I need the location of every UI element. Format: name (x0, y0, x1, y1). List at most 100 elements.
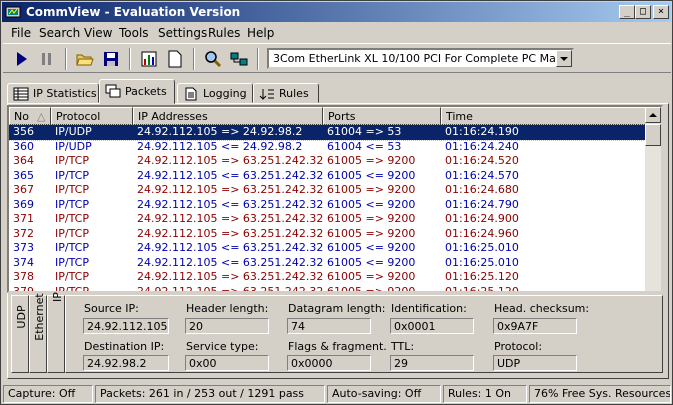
statistics-icon[interactable] (139, 49, 159, 69)
layer-tab-udp[interactable]: UDP (11, 295, 29, 373)
table-row[interactable]: 367 IP/TCP 24.92.112.105 => 63.251.242.32 6… (9, 183, 647, 198)
cell-ip-addresses: 24.92.112.105 => 24.92.98.2 (137, 125, 303, 138)
open-folder-icon[interactable] (75, 49, 95, 69)
column-header-ports[interactable]: Ports (323, 107, 441, 125)
packet-list[interactable]: No △ Protocol IP Addresses Ports Time 35… (7, 105, 663, 293)
protocol-label: Protocol: (494, 340, 543, 353)
cell-ip-addresses: 24.92.112.105 => 63.251.242.32 (137, 270, 324, 283)
table-row[interactable]: 372 IP/TCP 24.92.112.105 => 63.251.242.32 6… (9, 227, 647, 242)
cell-ip-addresses: 24.92.112.105 <= 63.251.242.32 (137, 241, 324, 254)
adapter-select[interactable]: 3Com EtherLink XL 10/100 PCI For Complet… (267, 48, 574, 69)
table-row[interactable]: 374 IP/TCP 24.92.112.105 <= 63.251.242.32 6… (9, 256, 647, 271)
status-resources: 76% Free Sys. Resources (529, 385, 671, 403)
status-capture: Capture: Off (3, 385, 93, 403)
new-document-icon[interactable] (165, 49, 185, 69)
menu-file[interactable]: File (11, 26, 31, 40)
pause-icon[interactable] (37, 49, 57, 69)
column-label: No (14, 110, 29, 123)
cell-ports: 61005 <= 9200 (327, 197, 416, 211)
cell-ip-addresses: 24.92.112.105 => 63.251.242.32 (137, 212, 324, 225)
cell-time: 01:16:24.240 (445, 139, 519, 153)
log-icon (185, 87, 197, 101)
status-autosave: Auto-saving: Off (327, 385, 441, 403)
cell-protocol: IP/TCP (55, 183, 89, 196)
table-row[interactable]: 365 IP/TCP 24.92.112.105 <= 63.251.242.32 6… (9, 169, 647, 184)
protocol-value[interactable]: UDP (493, 355, 577, 371)
head-checksum-value[interactable]: 0x9A7F (493, 318, 577, 334)
status-rules: Rules: 1 On (443, 385, 527, 403)
cell-ip-addresses: 24.92.112.105 => 63.251.242.32 (137, 154, 324, 167)
column-header-no[interactable]: No △ (9, 107, 51, 125)
cell-ip-addresses: 24.92.112.105 => 63.251.242.32 (137, 183, 324, 196)
identification-value[interactable]: 0x0001 (390, 318, 474, 334)
menu-search[interactable]: Search (39, 26, 80, 40)
tab-rules[interactable]: Rules (253, 83, 319, 103)
cell-time: 01:16:24.960 (445, 226, 519, 240)
adapter-select-value: 3Com EtherLink XL 10/100 PCI For Complet… (273, 52, 555, 65)
tab-logging[interactable]: Logging (177, 83, 253, 103)
ttl-label: TTL: (391, 340, 415, 353)
cell-ports: 61004 => 53 (327, 125, 402, 138)
service-type-value[interactable]: 0x00 (185, 355, 269, 371)
cell-protocol: IP/UDP (55, 125, 92, 138)
menu-help[interactable]: Help (247, 26, 274, 40)
scroll-up-button[interactable] (645, 107, 661, 123)
cell-ports: 61005 => 9200 (327, 183, 416, 196)
cell-time: 01:16:24.900 (445, 212, 519, 225)
cell-no: 360 (13, 139, 34, 153)
datagram-length-value[interactable]: 74 (287, 318, 371, 334)
menu-tools[interactable]: Tools (119, 26, 149, 40)
destination-ip-value[interactable]: 24.92.98.2 (83, 355, 169, 371)
column-header-time[interactable]: Time (441, 107, 649, 125)
menu-view[interactable]: View (84, 26, 112, 40)
menu-settings[interactable]: Settings (158, 26, 207, 40)
table-row[interactable]: 379 IP/TCP 24.92.112.105 => 63.251.242.32 6… (9, 284, 647, 293)
table-row[interactable]: 356 IP/UDP 24.92.112.105 => 24.92.98.2 6100… (9, 124, 648, 141)
app-icon (5, 6, 21, 18)
cell-ip-addresses: 24.92.112.105 => 63.251.242.32 (137, 284, 324, 293)
ttl-value[interactable]: 29 (390, 355, 474, 371)
tab-label: Logging (203, 87, 247, 100)
close-button[interactable]: × (653, 5, 669, 19)
column-header-protocol[interactable]: Protocol (51, 107, 133, 125)
cell-time: 01:16:24.190 (445, 125, 519, 138)
packet-rows: 356 IP/UDP 24.92.112.105 => 24.92.98.2 6100… (9, 124, 648, 293)
cell-protocol: IP/TCP (55, 241, 89, 254)
header-length-label: Header length: (186, 302, 269, 315)
packet-detail: UDP Ethernet IP Source IP: 24.92.112.105… (9, 292, 665, 375)
header-length-value[interactable]: 20 (185, 318, 269, 334)
table-row[interactable]: 364 IP/TCP 24.92.112.105 => 63.251.242.32 6… (9, 154, 647, 169)
maximize-button[interactable]: □ (635, 5, 651, 19)
tab-label: IP Statistics (33, 87, 97, 100)
title-bar[interactable]: CommView - Evaluation Version _ □ × (2, 2, 671, 22)
cell-no: 356 (13, 125, 34, 138)
table-row[interactable]: 360 IP/UDP 24.92.112.105 <= 24.92.98.2 6100… (9, 140, 647, 155)
table-row[interactable]: 369 IP/TCP 24.92.112.105 <= 63.251.242.32 6… (9, 198, 647, 213)
minimize-button[interactable]: _ (619, 5, 635, 19)
tab-packets[interactable]: Packets (99, 79, 175, 104)
tab-ip-statistics[interactable]: IP Statistics (7, 83, 99, 103)
menu-rules[interactable]: Rules (208, 26, 240, 40)
cell-protocol: IP/TCP (55, 154, 89, 167)
table-row[interactable]: 378 IP/TCP 24.92.112.105 => 63.251.242.32 6… (9, 270, 647, 285)
source-ip-value[interactable]: 24.92.112.105 (83, 318, 169, 334)
layer-tab-ethernet[interactable]: Ethernet (29, 293, 47, 373)
save-icon[interactable] (101, 49, 121, 69)
flags-fragment-value[interactable]: 0x0000 (287, 355, 371, 371)
chevron-down-icon[interactable] (556, 50, 572, 67)
table-row[interactable]: 371 IP/TCP 24.92.112.105 => 63.251.242.32 6… (9, 212, 647, 227)
play-icon[interactable] (11, 49, 31, 69)
table-row[interactable]: 373 IP/TCP 24.92.112.105 <= 63.251.242.32 6… (9, 241, 647, 256)
column-header-ip-addresses[interactable]: IP Addresses (133, 107, 323, 125)
packets-icon (105, 84, 121, 98)
search-icon[interactable] (203, 49, 223, 69)
scroll-thumb[interactable] (645, 124, 661, 146)
cell-ports: 61005 <= 9200 (327, 168, 416, 182)
vertical-scrollbar[interactable] (645, 107, 661, 291)
cell-no: 364 (13, 154, 34, 167)
cell-time: 01:16:24.570 (445, 168, 519, 182)
cell-no: 372 (13, 226, 34, 240)
head-checksum-label: Head. checksum: (494, 302, 590, 315)
layer-tab-ip[interactable]: IP (47, 292, 65, 373)
network-icon[interactable] (229, 49, 249, 69)
